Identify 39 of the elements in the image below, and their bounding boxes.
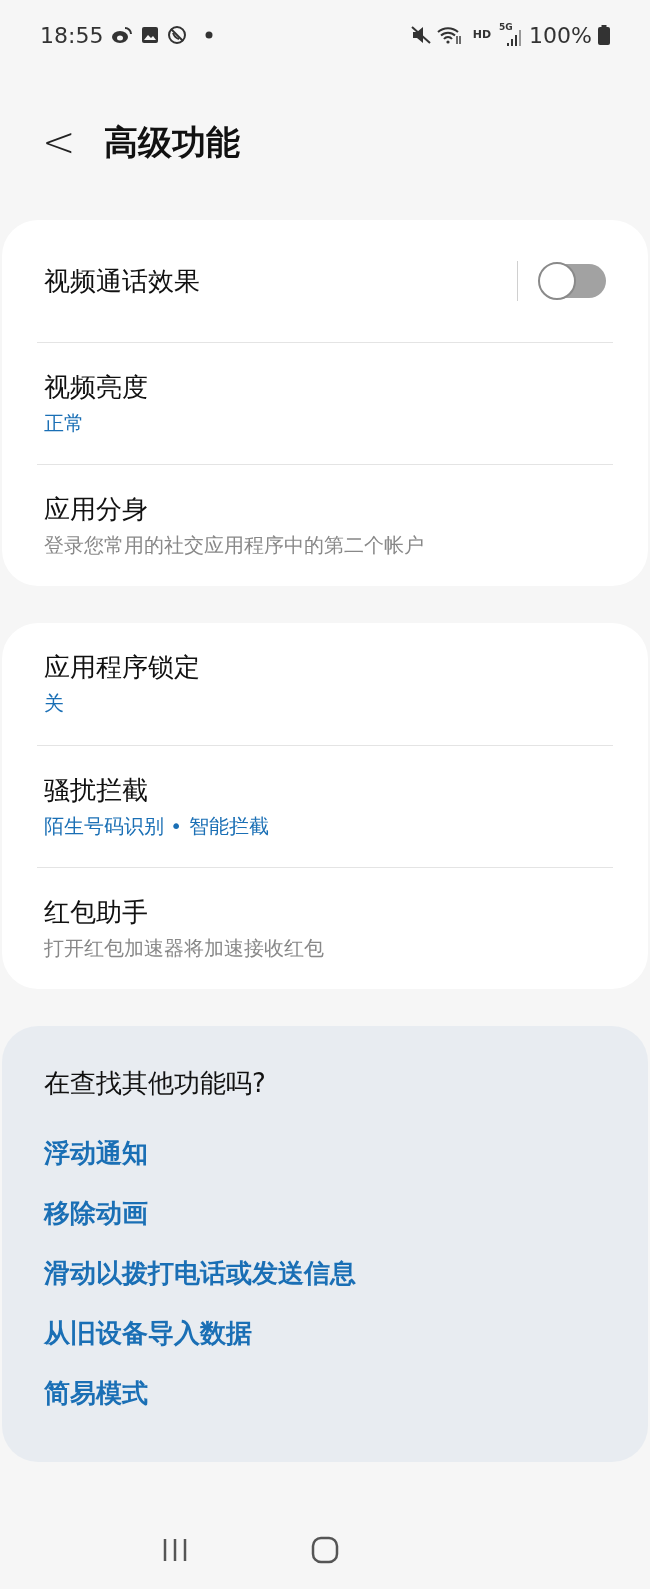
wifi-icon [436,25,463,45]
setting-title: 应用分身 [44,492,149,526]
setting-title: 视频亮度 [44,370,149,404]
mute-icon [410,26,431,44]
feature-link[interactable]: 移除动画 [44,1183,148,1243]
feature-link[interactable]: 从旧设备导入数据 [44,1303,252,1363]
dot-icon [205,31,214,39]
image-icon [141,26,160,44]
toggle-switch[interactable] [540,264,606,298]
settings-row[interactable]: 视频通话效果 [37,220,613,342]
setting-value: 关 [44,690,65,717]
signal-icon [507,30,522,46]
setting-title: 视频通话效果 [44,265,201,298]
setting-value: 正常 [44,409,85,437]
feature-link[interactable]: 滑动以拨打电话或发送信息 [44,1243,356,1303]
setting-title: 红包助手 [44,895,149,929]
page-title: 高级功能 [104,120,240,164]
settings-row[interactable]: 应用程序锁定 关 [37,623,613,745]
setting-description: 登录您常用的社交应用程序中的第二个帐户 [44,531,425,559]
status-time: 18:55 [40,21,104,50]
battery-percent: 100% [529,21,592,50]
back-button[interactable]: < [42,122,78,162]
setting-title: 骚扰拦截 [44,773,149,807]
blocked-call-icon [167,25,188,45]
hd-label: HD [472,26,492,43]
setting-value: 陌生号码识别 • 智能拦截 [44,812,270,840]
feature-link[interactable]: 浮动通知 [44,1123,148,1183]
network-type-label: 5G [499,21,513,34]
setting-title: 应用程序锁定 [44,651,201,684]
feature-link[interactable]: 简易模式 [44,1363,148,1423]
suggestions-heading: 在查找其他功能吗? [44,1067,267,1100]
settings-row[interactable]: 红包助手 打开红包加速器将加速接收红包 [37,867,613,989]
battery-icon [598,25,610,45]
home-icon[interactable] [311,1536,339,1564]
setting-description: 打开红包加速器将加速接收红包 [44,934,325,962]
settings-row[interactable]: 骚扰拦截 陌生号码识别 • 智能拦截 [37,745,613,867]
recents-icon[interactable] [161,1537,189,1563]
settings-row[interactable]: 应用分身 登录您常用的社交应用程序中的第二个帐户 [37,464,613,586]
settings-row[interactable]: 视频亮度 正常 [37,342,613,464]
